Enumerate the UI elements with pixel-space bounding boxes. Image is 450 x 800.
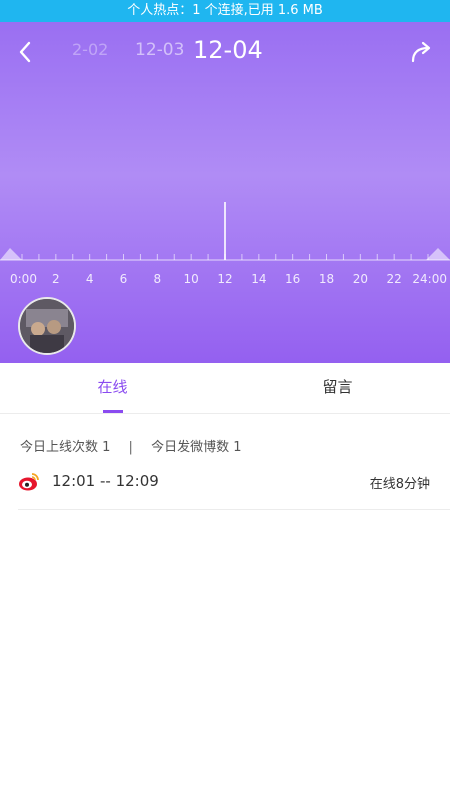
session-row[interactable]: 12:01 -- 12:09 在线8分钟 [18, 470, 430, 500]
summary-separator: | [128, 440, 133, 455]
online-count-text: 今日上线次数 1 [20, 440, 111, 455]
timeline-label: 6 [120, 272, 128, 286]
timeline-chart: 0:00 2 4 6 8 10 12 14 16 18 20 22 24:00 [0, 202, 450, 286]
weibo-count-text: 今日发微博数 1 [151, 440, 242, 455]
share-arrow-icon[interactable] [410, 40, 436, 64]
timeline-label: 16 [285, 272, 300, 286]
tab-messages[interactable]: 留言 [225, 363, 450, 413]
avatar[interactable] [18, 297, 76, 355]
hero-header: 2-02 12-03 12-04 0:00 2 4 6 8 10 12 14 16 18 20 22 2… [0, 22, 450, 363]
timeline-label: 22 [387, 272, 402, 286]
timeline-label: 4 [86, 272, 94, 286]
timeline-label: 0:00 [10, 272, 37, 286]
timeline-right-handle[interactable] [426, 248, 450, 260]
row-divider [18, 509, 450, 510]
date-previous-1[interactable]: 12-03 [135, 40, 184, 60]
date-current: 12-04 [193, 36, 263, 64]
date-previous-2[interactable]: 2-02 [72, 40, 108, 59]
timeline-label: 8 [154, 272, 162, 286]
tab-online[interactable]: 在线 [0, 363, 225, 413]
avatar-photo [20, 299, 74, 353]
timeline-label: 24:00 [412, 272, 447, 286]
timeline-label: 2 [52, 272, 60, 286]
timeline-label: 10 [184, 272, 199, 286]
status-bar: 个人热点：1 个连接,已用 1.6 MB [0, 0, 450, 22]
active-tab-indicator [103, 410, 123, 413]
timeline-label: 20 [353, 272, 368, 286]
weibo-icon [19, 473, 39, 491]
timeline-label: 14 [251, 272, 266, 286]
daily-summary: 今日上线次数 1 | 今日发微博数 1 [20, 436, 241, 455]
session-time-range: 12:01 -- 12:09 [52, 472, 159, 490]
session-duration: 在线8分钟 [369, 477, 430, 492]
tab-bar: 在线 留言 [0, 363, 450, 414]
chevron-left-icon[interactable] [14, 40, 38, 64]
timeline-left-handle[interactable] [0, 248, 22, 260]
status-bar-text: 个人热点：1 个连接,已用 1.6 MB [127, 3, 323, 18]
timeline-label: 12 [217, 272, 232, 286]
timeline-label: 18 [319, 272, 334, 286]
